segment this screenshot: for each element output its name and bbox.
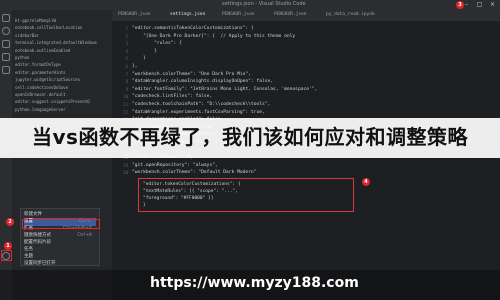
line-number: 7 xyxy=(125,71,128,77)
step-badge-1: 1 xyxy=(4,242,12,250)
run-debug-icon[interactable] xyxy=(2,53,10,61)
step-badge-4: 4 xyxy=(362,178,370,186)
code-line: "workbench.colorTheme": "Default Dark Mo… xyxy=(132,170,257,176)
maximize-icon[interactable]: □ xyxy=(475,1,484,9)
menu-item-label: 主题 xyxy=(24,254,33,259)
code-line: }, xyxy=(132,64,138,69)
search-icon[interactable] xyxy=(2,27,10,35)
code-line: "[One Dark Pro Darker]": { // Apply to t… xyxy=(132,33,296,39)
sidebar-item[interactable]: openInBrowser.default xyxy=(15,92,111,97)
sidebar-item[interactable]: python.languageServer xyxy=(15,107,111,112)
line-number: 9 xyxy=(125,86,128,92)
line-number: 5 xyxy=(125,56,128,62)
sidebar-item[interactable]: terminal.integrated.defaultWindows xyxy=(15,40,111,45)
line-number: 1 xyxy=(125,26,128,31)
menu-item-label: 键盘快捷方式 xyxy=(24,233,51,238)
code-line: "dataWrangler.columnInsights.displayOnOp… xyxy=(132,79,274,85)
settings-highlight xyxy=(22,219,100,229)
title-bar: settings.json - Visual Studio Code – □ × xyxy=(0,0,500,10)
line-number: 2 xyxy=(125,33,128,39)
code-line: "codecheck.lintFiles": false, xyxy=(132,94,213,100)
menu-item-label: 任务 xyxy=(24,247,33,252)
sidebar-item[interactable]: python xyxy=(15,55,111,60)
sidebar-item[interactable]: editor.formatOnType xyxy=(15,62,111,67)
menu-item-label: 设置同步已打开 xyxy=(24,261,56,266)
line-number: 10 xyxy=(123,94,128,100)
callout-line-4: } xyxy=(143,203,146,208)
code-line: "codecheck.toolchainPath": "D:\\codechec… xyxy=(132,102,271,107)
callout-line-2: "textMateRules": [{ "scope": "...", xyxy=(143,189,238,194)
code-line: "editor.fontFamily": "JetBrains Mono Lig… xyxy=(132,86,318,92)
callout-line-1: "editor.tokenColorCustomizations": { xyxy=(143,182,241,187)
code-line: "workbench.colorTheme": "One Dark Pro Mi… xyxy=(132,71,251,77)
sidebar-item[interactable]: sidebarBar xyxy=(15,33,111,38)
menu-item-label: 新建文件 xyxy=(24,212,42,217)
line-number: 3 xyxy=(125,41,128,47)
sidebar-item[interactable]: bt-gpsreleMangliW xyxy=(15,18,111,23)
line-number: 8 xyxy=(125,79,128,85)
code-editor[interactable] xyxy=(112,21,500,300)
code-line: } xyxy=(132,56,146,62)
line-number: 6 xyxy=(125,64,128,69)
tab-3[interactable]: PENGKUR.json xyxy=(222,12,255,20)
window-title: settings.json - Visual Studio Code xyxy=(222,1,306,7)
sidebar-item[interactable]: cell.codeActionsOnSave xyxy=(15,85,111,90)
line-number: 12 xyxy=(123,109,128,115)
close-icon[interactable]: × xyxy=(488,1,497,9)
menu-item[interactable]: 设置同步已打开 xyxy=(24,260,96,268)
gear-highlight xyxy=(1,250,12,261)
step-badge-2: 2 xyxy=(6,218,14,226)
tab-4[interactable]: PENGKUR.json xyxy=(274,12,307,20)
explorer-icon[interactable] xyxy=(2,14,10,22)
code-line: } xyxy=(132,48,157,54)
sidebar-item[interactable]: jupyter.widgetScriptSources xyxy=(15,77,111,82)
callout-line-3: "foreground": "#FF0000" }] xyxy=(143,196,214,201)
tab-1[interactable]: PENGKUR.json xyxy=(118,12,151,20)
sidebar-item[interactable]: editor.parameterHints xyxy=(15,70,111,75)
code-line: "editor.semanticTokenColorCustomizations… xyxy=(132,26,254,31)
code-line: "dataWrangler.experiments.fastCsvParsing… xyxy=(132,109,265,115)
step-badge-3: 3 xyxy=(456,1,464,9)
sidebar-item[interactable]: editor.suggest.snippetsPreventQ xyxy=(15,99,111,104)
code-line: "git.openRepository": "always", xyxy=(132,162,218,168)
headline: 当vs函数不再绿了，我们该如何应对和调整策略 xyxy=(32,125,468,149)
line-number: 4 xyxy=(125,48,128,54)
source-control-icon[interactable] xyxy=(2,40,10,48)
line-number: 11 xyxy=(123,102,128,107)
code-line: "rules": { xyxy=(132,41,182,47)
line-number: 20 xyxy=(123,170,128,176)
menu-item-label: 配置代码片段 xyxy=(24,240,51,245)
tab-5[interactable]: py_data_read.ipynb xyxy=(326,12,375,20)
watermark: https://www.myzy188.com xyxy=(150,275,359,291)
extensions-icon[interactable] xyxy=(2,66,10,74)
tab-settings[interactable]: settings.json xyxy=(170,12,205,20)
editor-tabs: PENGKUR.json settings.json PENGKUR.json … xyxy=(112,10,500,21)
sidebar-item[interactable]: notebook.outlineEnabled xyxy=(15,48,111,53)
line-number: 19 xyxy=(123,162,128,168)
code-callout: "editor.tokenColorCustomizations": { "te… xyxy=(138,178,354,212)
sidebar-item[interactable]: notebook.cellToolbarLocation xyxy=(15,25,111,30)
